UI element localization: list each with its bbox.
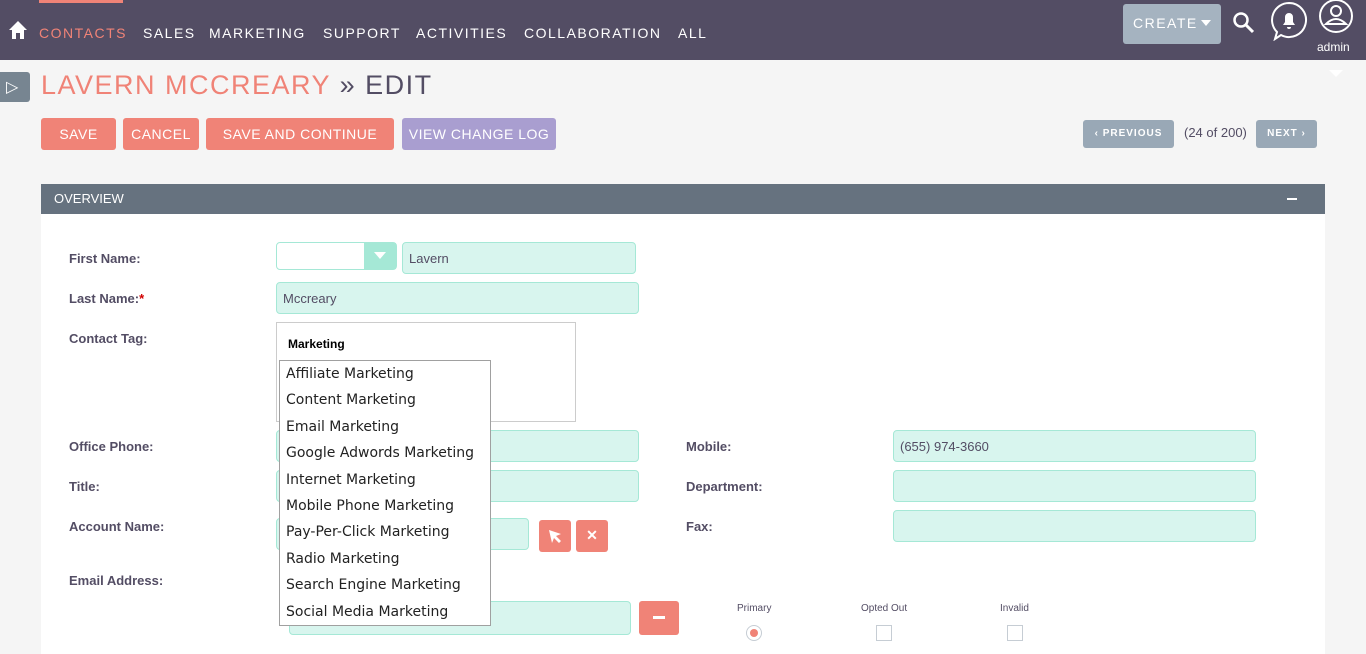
- nav-sales[interactable]: SALES: [143, 25, 196, 41]
- next-label: NEXT: [1267, 128, 1298, 139]
- invalid-label: Invalid: [1000, 603, 1029, 614]
- home-icon[interactable]: [8, 20, 28, 40]
- title-label: Title:: [69, 479, 100, 494]
- dropdown-arrow-icon: [364, 243, 396, 269]
- invalid-checkbox[interactable]: [1007, 625, 1023, 641]
- dropdown-option[interactable]: Mobile Phone Marketing: [280, 493, 490, 519]
- nav-activities[interactable]: ACTIVITIES: [416, 25, 507, 41]
- page-title: LAVERN MCCREARY » EDIT: [41, 70, 433, 101]
- last-name-label: Last Name:*: [69, 291, 144, 306]
- record-name: LAVERN MCCREARY: [41, 70, 331, 100]
- previous-button[interactable]: ‹ PREVIOUS: [1083, 120, 1174, 148]
- next-button[interactable]: NEXT ›: [1256, 120, 1317, 148]
- search-icon[interactable]: [1232, 11, 1256, 35]
- opted-out-label: Opted Out: [861, 603, 908, 614]
- panel-header[interactable]: OVERVIEW: [41, 184, 1325, 214]
- mobile-input[interactable]: (655) 974-3660: [893, 430, 1256, 462]
- create-button[interactable]: CREATE: [1123, 4, 1221, 44]
- cursor-arrow-icon: [549, 530, 561, 543]
- dropdown-option[interactable]: Radio Marketing: [280, 546, 490, 572]
- nav-support[interactable]: SUPPORT: [323, 25, 401, 41]
- dropdown-option[interactable]: Affiliate Marketing: [280, 361, 490, 387]
- last-name-input[interactable]: Mccreary: [276, 282, 639, 314]
- cancel-button[interactable]: CANCEL: [123, 118, 199, 150]
- nav-all[interactable]: ALL: [678, 25, 707, 41]
- dropdown-option[interactable]: Content Marketing: [280, 387, 490, 413]
- dropdown-option[interactable]: Internet Marketing: [280, 467, 490, 493]
- department-input[interactable]: [893, 470, 1256, 502]
- minus-icon: [653, 616, 665, 619]
- create-label: CREATE: [1133, 15, 1198, 31]
- clear-account-button[interactable]: ✕: [576, 520, 608, 552]
- chevron-left-icon: ‹: [1094, 128, 1103, 139]
- account-name-label: Account Name:: [69, 519, 165, 534]
- primary-radio[interactable]: [746, 625, 762, 641]
- breadcrumb-separator: »: [330, 70, 366, 100]
- user-menu-caret-icon[interactable]: [1329, 70, 1343, 77]
- user-avatar-icon[interactable]: [1318, 0, 1354, 34]
- nav-collaboration[interactable]: COLLABORATION: [524, 25, 662, 41]
- overview-panel: OVERVIEW: [41, 184, 1325, 654]
- view-change-log-button[interactable]: VIEW CHANGE LOG: [402, 118, 556, 150]
- first-name-input[interactable]: Lavern: [402, 242, 636, 274]
- chevron-right-icon: ›: [1297, 128, 1306, 139]
- dropdown-option[interactable]: Pay-Per-Click Marketing: [280, 519, 490, 545]
- opted-out-checkbox[interactable]: [876, 625, 892, 641]
- required-marker: *: [139, 291, 145, 306]
- collapse-icon[interactable]: [1287, 198, 1297, 200]
- email-address-label: Email Address:: [69, 573, 164, 588]
- mobile-label: Mobile:: [686, 439, 732, 454]
- save-button[interactable]: SAVE: [41, 118, 116, 150]
- dropdown-option[interactable]: Social Media Marketing: [280, 599, 490, 625]
- primary-label: Primary: [737, 603, 772, 614]
- user-name[interactable]: admin: [1317, 40, 1350, 54]
- nav-contacts[interactable]: CONTACTS: [39, 25, 127, 41]
- department-label: Department:: [686, 479, 763, 494]
- save-and-continue-button[interactable]: SAVE AND CONTINUE: [206, 118, 394, 150]
- sidebar-toggle-icon[interactable]: ▷: [0, 72, 30, 102]
- nav-marketing[interactable]: MARKETING: [209, 25, 306, 41]
- page-mode: EDIT: [365, 70, 433, 100]
- select-account-button[interactable]: [539, 520, 571, 552]
- notification-bell-icon[interactable]: [1270, 1, 1308, 41]
- dropdown-option[interactable]: Email Marketing: [280, 414, 490, 440]
- panel-title: OVERVIEW: [54, 191, 124, 206]
- first-name-label: First Name:: [69, 251, 141, 266]
- dropdown-option[interactable]: Google Adwords Marketing: [280, 440, 490, 466]
- previous-label: PREVIOUS: [1102, 128, 1163, 139]
- caret-down-icon: [1201, 20, 1211, 26]
- remove-email-button[interactable]: [639, 601, 679, 635]
- dropdown-option[interactable]: Search Engine Marketing: [280, 572, 490, 598]
- salutation-select[interactable]: [276, 242, 397, 270]
- contact-tag-label: Contact Tag:: [69, 331, 148, 346]
- last-name-label-text: Last Name:: [69, 291, 140, 306]
- fax-input[interactable]: [893, 510, 1256, 542]
- contact-tag-dropdown[interactable]: Affiliate Marketing Content Marketing Em…: [279, 360, 491, 626]
- option-group-label: Marketing: [288, 337, 345, 351]
- fax-label: Fax:: [686, 519, 713, 534]
- record-count: (24 of 200): [1184, 125, 1247, 140]
- office-phone-label: Office Phone:: [69, 439, 154, 454]
- close-icon: ✕: [586, 527, 598, 543]
- top-nav: CONTACTS SALES MARKETING SUPPORT ACTIVIT…: [0, 0, 1366, 60]
- active-indicator: [39, 0, 123, 3]
